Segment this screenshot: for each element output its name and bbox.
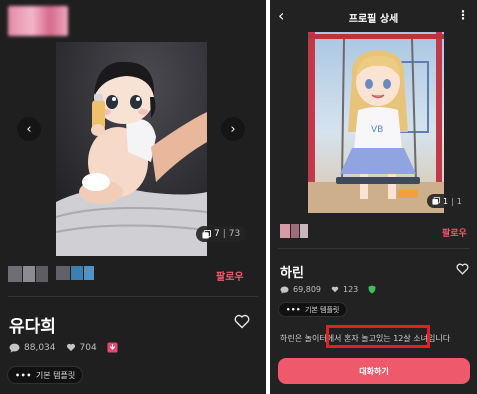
chevron-left-icon: ‹ [26, 121, 32, 137]
image-count-total: 73 [228, 229, 241, 239]
profile-detail-header: ‹ 프로필 상세 ⋮ [270, 0, 477, 32]
chat-bubble-icon [280, 286, 289, 294]
stats-row: 69,809 123 [280, 285, 386, 294]
girl-on-swing-illustration: VB [308, 32, 444, 213]
template-tag[interactable]: ••• 기본 템플릿 [278, 302, 348, 317]
chevron-right-icon: › [230, 121, 236, 137]
template-tag-label: 기본 템플릿 [304, 305, 340, 314]
previous-image-button[interactable]: ‹ [17, 117, 41, 141]
page-title: 프로필 상세 [348, 14, 399, 25]
baby-illustration [56, 42, 207, 256]
next-image-button[interactable]: › [221, 117, 245, 141]
like-count: 123 [343, 285, 359, 294]
more-dots-icon: ••• [15, 370, 32, 380]
blurred-creator-name [56, 266, 94, 280]
blurred-creator-avatar [280, 224, 308, 238]
blurred-header-logo [8, 6, 68, 36]
follow-button[interactable]: 팔로우 [442, 226, 467, 239]
image-count-separator: | [451, 196, 454, 206]
image-count-current: 7 [214, 229, 220, 239]
heart-icon[interactable] [456, 263, 469, 275]
description-highlight-box [326, 325, 430, 348]
divider [278, 248, 470, 249]
image-count-total: 1 [456, 196, 462, 206]
heart-count-icon [66, 343, 75, 352]
shield-icon [368, 285, 376, 294]
character-name: 유다희 [9, 317, 56, 337]
stats-row: 88,034 704 [9, 342, 128, 353]
blurred-creator-avatar [8, 266, 48, 282]
rating-badge-icon [107, 342, 118, 353]
image-count-badge: 1 | 1 [427, 194, 467, 208]
left-profile-panel: ‹ › 7 | 73 팔로우 유다희 88,034 704 ••• 기본 템플릿 [0, 0, 266, 394]
character-name: 하린 [280, 266, 304, 281]
character-image[interactable] [56, 42, 207, 256]
chat-bubble-icon [9, 343, 20, 353]
like-count: 704 [79, 342, 97, 353]
chat-count: 88,034 [24, 342, 56, 353]
heart-icon[interactable] [234, 314, 250, 329]
image-count-badge: 7 | 73 [196, 226, 247, 242]
image-count-current: 1 [443, 196, 449, 206]
gallery-icon [432, 197, 440, 205]
template-tag-label: 기본 템플릿 [35, 370, 76, 380]
start-chat-button[interactable]: 대화하기 [278, 358, 470, 384]
gallery-icon [202, 229, 211, 239]
right-profile-panel: ‹ 프로필 상세 ⋮ VB 1 | 1 팔로우 하린 69,809 123 ••… [270, 0, 477, 394]
more-menu-icon[interactable]: ⋮ [457, 8, 469, 22]
divider [8, 296, 258, 297]
shirt-graphic: VB [371, 125, 383, 135]
character-image[interactable]: VB [308, 32, 444, 213]
template-tag[interactable]: ••• 기본 템플릿 [7, 366, 84, 384]
follow-button[interactable]: 팔로우 [216, 268, 244, 283]
heart-count-icon [331, 286, 339, 293]
image-count-separator: | [222, 229, 226, 239]
chat-count: 69,809 [293, 285, 321, 294]
more-dots-icon: ••• [286, 305, 301, 314]
